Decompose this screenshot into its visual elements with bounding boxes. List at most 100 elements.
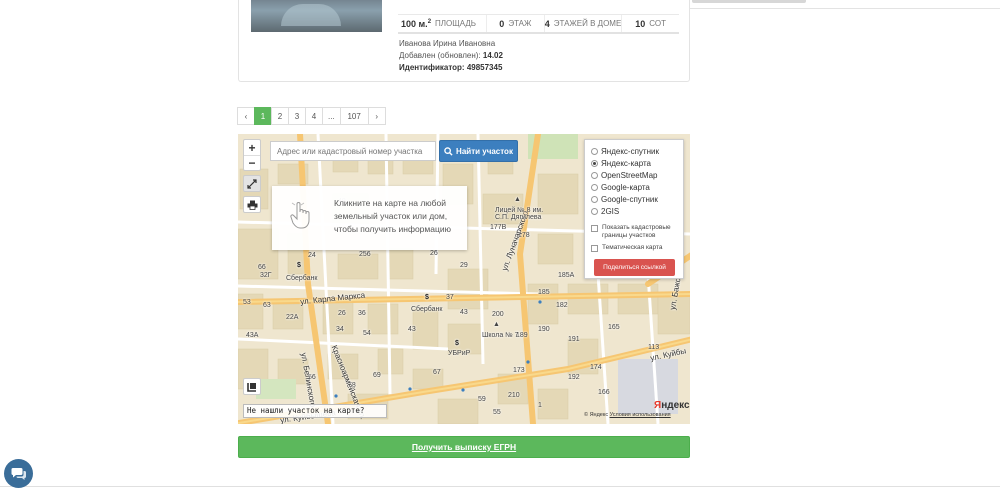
stat-area: 100 м.2 ПЛОЩАДЬ [398, 15, 486, 32]
not-found-link[interactable]: Не нашли участок на карте? [243, 404, 387, 418]
id-label: Идентификатор: [399, 63, 465, 72]
poi-label: Лицей № 8 им. [495, 207, 544, 214]
house-number: 192 [568, 374, 580, 381]
cadastral-toggle[interactable]: Показать кадастровые границы участков [591, 224, 681, 240]
floors-value: 4 [544, 18, 550, 29]
chat-button[interactable] [4, 459, 33, 488]
house-number: 182 [556, 302, 568, 309]
house-number: 43А [246, 332, 259, 339]
copyright-text: © Яндекс [584, 412, 609, 418]
zoom-in-button[interactable]: + [244, 140, 260, 155]
get-egrn-extract-button[interactable]: Получить выписку ЕГРН [238, 436, 690, 458]
chat-icon [11, 467, 26, 480]
house-number: 185 [538, 289, 550, 296]
radio-button[interactable] [591, 196, 598, 203]
radio-button[interactable] [591, 148, 598, 155]
house-number: 43 [408, 326, 416, 333]
layer-option[interactable]: Яндекс-карта [591, 159, 651, 168]
listing-photo[interactable] [251, 0, 382, 32]
pagination-page[interactable]: 1 [254, 107, 272, 125]
thematic-toggle[interactable]: Тематическая карта [591, 244, 663, 252]
area-value: 100 м. [401, 18, 428, 29]
poi-label: Сбербанк [411, 306, 443, 313]
checkbox[interactable] [591, 245, 598, 252]
house-number: 190 [538, 326, 550, 333]
find-plot-button[interactable]: Найти участок [439, 140, 518, 162]
house-number: 54 [363, 330, 371, 337]
house-number: 43 [460, 309, 468, 316]
zoom-out-button[interactable]: − [244, 155, 260, 170]
pagination-prev[interactable]: ‹ [237, 107, 255, 125]
listing-stats: 100 м.2 ПЛОЩАДЬ 0 ЭТАЖ 4 ЭТАЖЕЙ В ДОМЕ 1… [398, 14, 679, 34]
pagination-page[interactable]: 3 [288, 107, 306, 125]
house-number: 200 [492, 311, 504, 318]
layer-option[interactable]: Яндекс-спутник [591, 147, 659, 156]
find-plot-label: Найти участок [456, 146, 513, 156]
listing-id: Идентификатор: 49857345 [399, 63, 502, 72]
dollar-icon: $ [425, 294, 429, 301]
share-link-button[interactable]: Поделиться ссылкой [594, 259, 675, 276]
added-value: 14.02 [482, 51, 503, 60]
poi-label: Школа № 7 [482, 332, 519, 339]
house-number: 1 [538, 402, 542, 409]
layer-option[interactable]: Google-спутник [591, 195, 658, 204]
house-number: 59 [478, 396, 486, 403]
floors-label: ЭТАЖЕЙ В ДОМЕ [553, 19, 622, 28]
page: 100 м.2 ПЛОЩАДЬ 0 ЭТАЖ 4 ЭТАЖЕЙ В ДОМЕ 1… [0, 0, 1000, 488]
house-number: 55 [493, 409, 501, 416]
pagination-next[interactable]: › [367, 107, 386, 125]
search-icon [444, 146, 453, 156]
map-hint-panel: Кликните на карте на любой земельный уча… [272, 186, 467, 250]
layer-option[interactable]: OpenStreetMap [591, 171, 657, 180]
stat-floor: 0 ЭТАЖ [486, 15, 544, 32]
thematic-label: Тематическая карта [602, 244, 663, 251]
address-search-input[interactable] [270, 141, 436, 161]
floor-label: ЭТАЖ [508, 19, 532, 28]
house-number: 37 [446, 294, 454, 301]
fullscreen-icon [247, 178, 257, 189]
house-number: 53 [243, 299, 251, 306]
house-number: 36 [358, 310, 366, 317]
layer-label: Яндекс-спутник [601, 147, 659, 156]
layer-switcher: Яндекс-спутник Яндекс-карта OpenStreetMa… [584, 139, 684, 279]
added-date: Добавлен (обновлен): 14.02 [399, 51, 503, 60]
radio-button[interactable] [591, 160, 598, 167]
pagination-page[interactable]: 4 [305, 107, 323, 125]
map-hint-text: Кликните на карте на любой земельный уча… [334, 198, 451, 234]
radio-button[interactable] [591, 184, 598, 191]
house-number: 173 [513, 367, 525, 374]
house-number: 66 [258, 264, 266, 271]
house-number: 174 [590, 364, 602, 371]
logo-rest: ндекс [661, 400, 690, 411]
dollar-icon: $ [455, 340, 459, 347]
house-number: 185А [558, 272, 575, 279]
map[interactable]: 66 32Г 24 53 63 22А 26 34 36 43 43А 54 6… [238, 134, 690, 424]
terms-link[interactable]: Условия использования [610, 412, 671, 418]
print-button[interactable] [243, 196, 261, 213]
owner-name: Иванова Ирина Ивановна [399, 39, 496, 48]
poi-label: Сбербанк [286, 275, 318, 282]
fullscreen-button[interactable] [243, 175, 261, 192]
house-number: 26 [430, 250, 438, 257]
pagination: ‹ 1 2 3 4 ... 107 › [237, 107, 386, 125]
house-number: 24 [308, 252, 316, 259]
pagination-ellipsis[interactable]: ... [322, 107, 341, 125]
zoom-control: + − [243, 139, 261, 171]
footer-divider [0, 486, 1000, 487]
checkbox[interactable] [591, 225, 598, 232]
ruler-button[interactable] [243, 378, 261, 395]
poi-label: С.П. Дягилева [495, 214, 542, 221]
house-number: 29 [460, 262, 468, 269]
radio-button[interactable] [591, 208, 598, 215]
pagination-page[interactable]: 107 [339, 107, 369, 125]
house-number: 177В [490, 224, 507, 231]
pagination-page[interactable]: 2 [271, 107, 289, 125]
layer-option[interactable]: Google-карта [591, 183, 650, 192]
house-number: 166 [598, 389, 610, 396]
layer-label: Google-карта [601, 183, 650, 192]
header-tab[interactable] [692, 0, 806, 3]
house-number: 256 [359, 251, 371, 258]
radio-button[interactable] [591, 172, 598, 179]
house-number: 67 [433, 369, 441, 376]
layer-option[interactable]: 2GIS [591, 207, 619, 216]
